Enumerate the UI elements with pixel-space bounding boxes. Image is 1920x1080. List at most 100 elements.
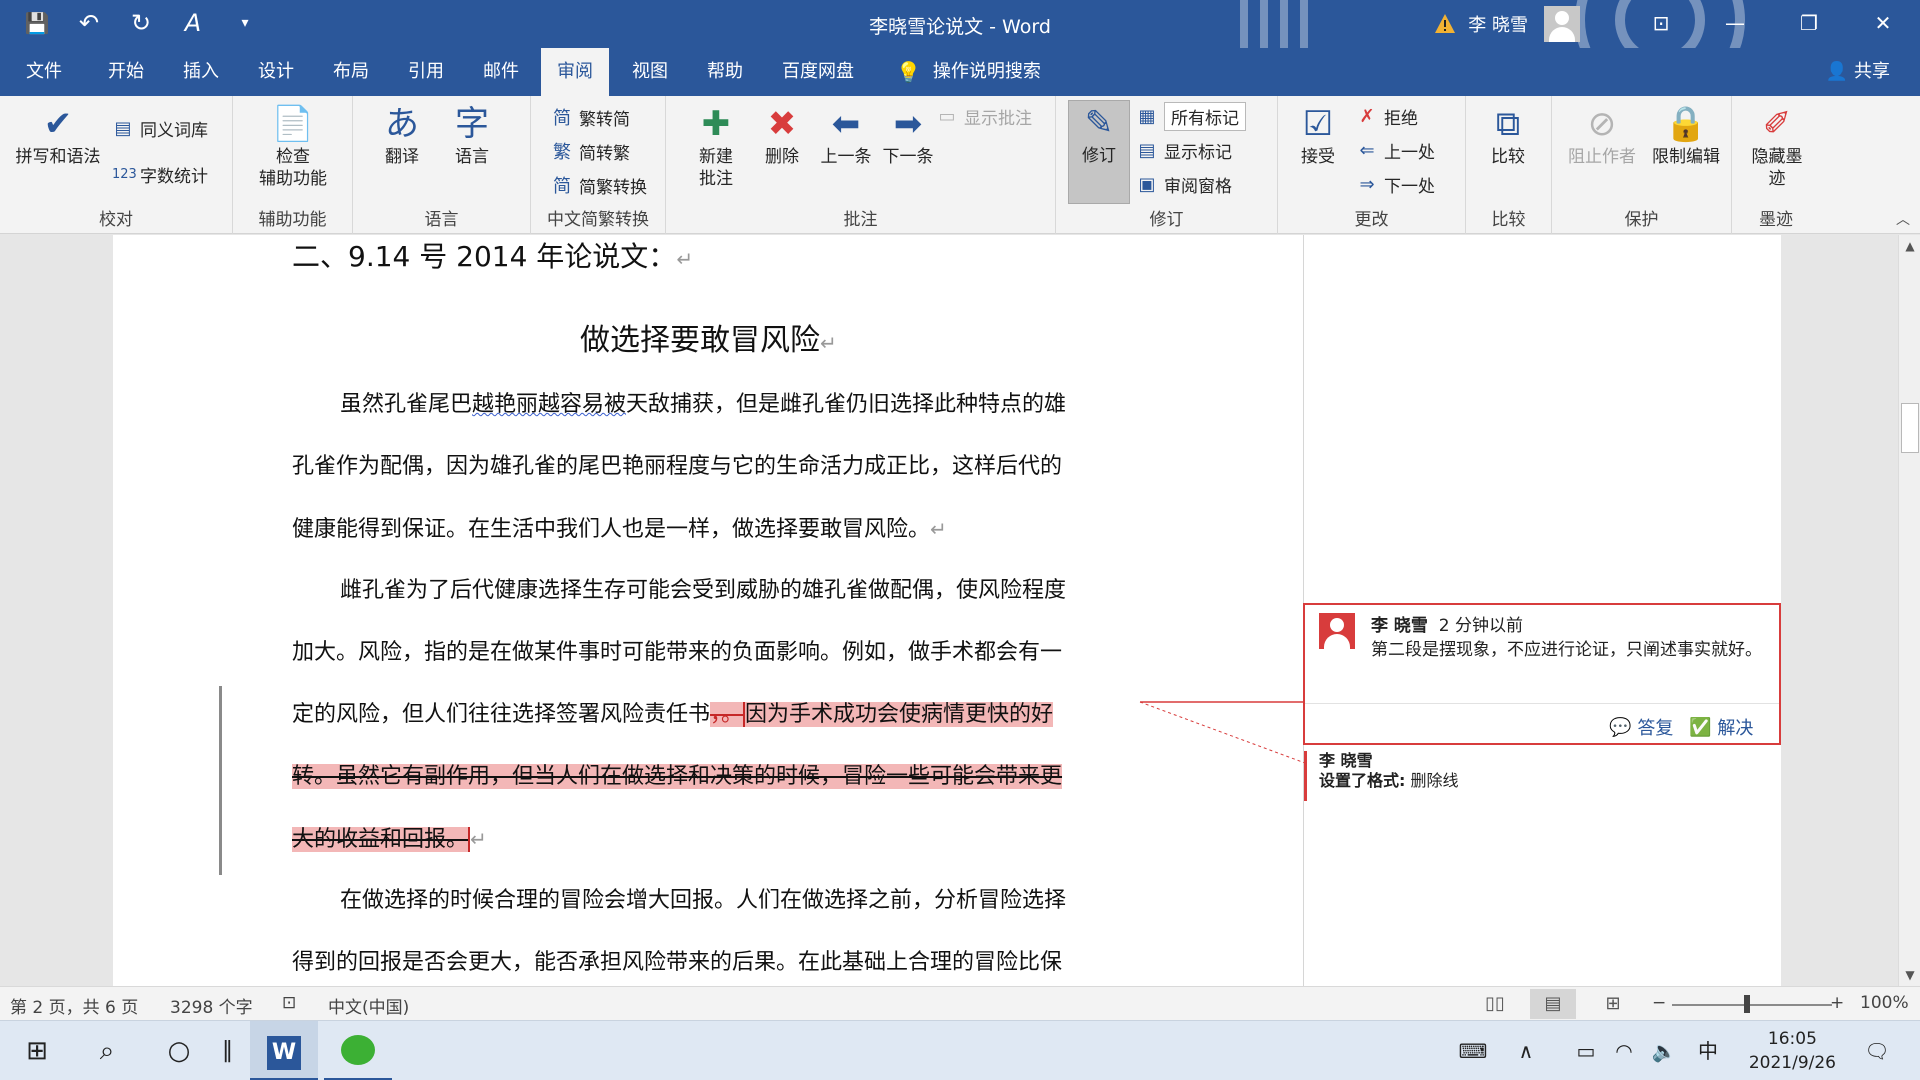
simp-to-trad-icon: 繁 <box>553 142 571 163</box>
paragraph-line: 健康能得到保证。在生活中我们人也是一样，做选择要敢冒风险。↵ <box>292 517 947 542</box>
track-changes-button[interactable]: ✎ 修订 <box>1068 100 1130 204</box>
format-change-balloon[interactable]: 李 晓雪 设置了格式: 删除线 <box>1304 751 1780 801</box>
paragraph-line: 在做选择的时候合理的冒险会增大回报。人们在做选择之前，分析冒险选择 <box>340 888 1067 913</box>
volume-icon[interactable]: 🔈 <box>1644 1021 1684 1080</box>
next-change-button[interactable]: ⇒ 下一处 <box>1356 172 1435 197</box>
keyboard-icon[interactable]: ⌨ <box>1450 1021 1496 1080</box>
scroll-up-icon[interactable]: ▲ <box>1899 235 1920 257</box>
check-accessibility-button[interactable]: 📄 检查 辅助功能 <box>243 102 343 190</box>
tab-review[interactable]: 审阅 <box>541 48 609 96</box>
new-comment-button[interactable]: ✚ 新建 批注 <box>686 102 746 190</box>
language-status[interactable]: 中文(中国) <box>328 993 409 1018</box>
tab-home[interactable]: 开始 <box>92 48 160 96</box>
convert-icon: 简 <box>553 176 571 197</box>
search-icon[interactable]: ⌕ <box>80 1021 134 1080</box>
ribbon-tabs: 文件 开始 插入 设计 布局 引用 邮件 审阅 视图 帮助 百度网盘 💡 操作说… <box>0 48 1920 96</box>
battery-icon[interactable]: ▭ <box>1566 1021 1606 1080</box>
display-for-review-dropdown[interactable]: ▦ 所有标记 <box>1136 102 1246 131</box>
word-count[interactable]: 3298 个字 <box>170 993 253 1018</box>
reply-button[interactable]: 💬 答复 <box>1609 714 1673 740</box>
spelling-label: 拼写和语法 <box>15 147 101 167</box>
reject-button[interactable]: ✗ 拒绝 <box>1356 104 1418 129</box>
ime-indicator[interactable]: 中 <box>1688 1021 1728 1080</box>
read-mode-icon[interactable]: ▯▯ <box>1472 989 1518 1019</box>
wechat-app-icon[interactable] <box>324 1021 392 1080</box>
clock[interactable]: 16:05 2021/9/26 <box>1749 1027 1836 1075</box>
group-compare: ⧉ 比较 比较 <box>1466 96 1552 234</box>
language-button[interactable]: 字 语言 <box>437 102 507 168</box>
reviewing-pane-button[interactable]: ▣ 审阅窗格 <box>1136 172 1232 197</box>
spelling-check-icon: ✔ <box>43 104 73 144</box>
translate-button[interactable]: あ 翻译 <box>367 102 437 168</box>
show-comments-button[interactable]: ▭ 显示批注 <box>936 104 1032 129</box>
zoom-level[interactable]: 100% <box>1860 993 1909 1013</box>
tab-help[interactable]: 帮助 <box>691 48 759 96</box>
page-count[interactable]: 第 2 页，共 6 页 <box>10 993 138 1018</box>
zoom-slider-thumb[interactable] <box>1744 995 1750 1013</box>
word-count-icon: 123 <box>112 167 137 182</box>
account-name[interactable]: 李 晓雪 <box>1468 11 1528 37</box>
comment-balloon[interactable]: 李 晓雪 2 分钟以前 第二段是摆现象，不应进行论证，只阐述事实就好。 💬 答复 … <box>1303 603 1781 745</box>
start-icon[interactable]: ⊞ <box>10 1021 64 1080</box>
compare-button[interactable]: ⧉ 比较 <box>1478 102 1538 168</box>
maximize-button[interactable]: ❐ <box>1772 0 1846 48</box>
ribbon-display-options-button[interactable]: ⊡ <box>1624 0 1698 48</box>
tab-insert[interactable]: 插入 <box>167 48 235 96</box>
group-language: あ 翻译 字 语言 语言 <box>353 96 531 234</box>
minimize-button[interactable]: — <box>1698 0 1772 48</box>
hide-ink-button[interactable]: ✐ 隐藏墨 迹 <box>1740 102 1814 190</box>
close-button[interactable]: ✕ <box>1846 0 1920 48</box>
to-simplified-button[interactable]: 简 繁转简 <box>551 104 630 130</box>
to-traditional-button[interactable]: 繁 简转繁 <box>551 138 630 164</box>
word-count-button[interactable]: 123 字数统计 <box>112 162 208 187</box>
accept-button[interactable]: ☑ 接受 <box>1288 102 1348 168</box>
account-avatar[interactable] <box>1544 6 1580 42</box>
spelling-grammar-button[interactable]: ✔ 拼写和语法 <box>10 102 106 168</box>
restrict-editing-label: 限制编辑 <box>1652 147 1720 167</box>
tell-me-search[interactable]: 💡 操作说明搜索 <box>896 48 1041 96</box>
scroll-down-icon[interactable]: ▼ <box>1899 964 1920 986</box>
tab-mailings[interactable]: 邮件 <box>467 48 535 96</box>
macro-icon[interactable]: ⊡ <box>282 993 296 1013</box>
zoom-slider[interactable] <box>1672 1004 1832 1006</box>
tab-design[interactable]: 设计 <box>242 48 310 96</box>
collapse-ribbon-icon[interactable]: ︿ <box>1896 209 1910 229</box>
zoom-in-icon[interactable]: + <box>1830 993 1844 1013</box>
tab-file[interactable]: 文件 <box>10 48 78 96</box>
vertical-scrollbar[interactable]: ▲ ▼ <box>1898 235 1920 986</box>
word-app-icon[interactable]: W <box>250 1021 318 1080</box>
tab-baidu-netdisk[interactable]: 百度网盘 <box>766 48 870 96</box>
tab-layout[interactable]: 布局 <box>317 48 385 96</box>
warning-icon[interactable] <box>1434 13 1456 35</box>
notification-icon[interactable]: 🗨 <box>1852 1021 1902 1080</box>
accept-label: 接受 <box>1301 147 1335 167</box>
group-label-protect: 保护 <box>1624 210 1659 230</box>
block-authors-button[interactable]: ⊘ 阻止作者 <box>1560 102 1644 168</box>
next-comment-button[interactable]: ➡ 下一条 <box>878 102 938 168</box>
wifi-icon[interactable]: ◠ <box>1604 1021 1644 1080</box>
convert-button[interactable]: 简 简繁转换 <box>551 172 647 198</box>
group-label-ink: 墨迹 <box>1759 210 1793 230</box>
zoom-out-icon[interactable]: − <box>1652 993 1666 1013</box>
tab-view[interactable]: 视图 <box>616 48 684 96</box>
show-hidden-icons[interactable]: ∧ <box>1506 1021 1546 1080</box>
show-markup-button[interactable]: ▤ 显示标记 <box>1136 138 1232 163</box>
task-view-icon[interactable]: ○ <box>152 1021 206 1080</box>
previous-comment-button[interactable]: ⬅ 上一条 <box>816 102 876 168</box>
scroll-thumb[interactable] <box>1901 403 1919 453</box>
thesaurus-button[interactable]: ▤ 同义词库 <box>112 116 208 141</box>
document-area: 二、9.14 号 2014 年论说文：↵ 做选择要敢冒风险↵ 虽然孔雀尾巴越艳丽… <box>0 235 1898 986</box>
tab-references[interactable]: 引用 <box>392 48 460 96</box>
resolve-button[interactable]: ✅ 解决 <box>1689 714 1753 740</box>
comment-text[interactable]: 第二段是摆现象，不应进行论证，只阐述事实就好。 <box>1371 635 1771 665</box>
restrict-editing-button[interactable]: 🔒 限制编辑 <box>1644 102 1728 168</box>
web-layout-icon[interactable]: ⊞ <box>1590 989 1636 1019</box>
share-button[interactable]: 👤 共享 <box>1826 48 1890 96</box>
print-layout-icon[interactable]: ▤ <box>1530 989 1576 1019</box>
display-review-icon: ▦ <box>1138 106 1156 127</box>
group-label-compare: 比较 <box>1491 210 1526 230</box>
delete-comment-button[interactable]: ✖ 删除 <box>752 102 812 168</box>
section-heading: 二、9.14 号 2014 年论说文：↵ <box>292 240 694 273</box>
comment-author-line: 李 晓雪 2 分钟以前 <box>1371 616 1523 636</box>
previous-change-button[interactable]: ⇐ 上一处 <box>1356 138 1435 163</box>
